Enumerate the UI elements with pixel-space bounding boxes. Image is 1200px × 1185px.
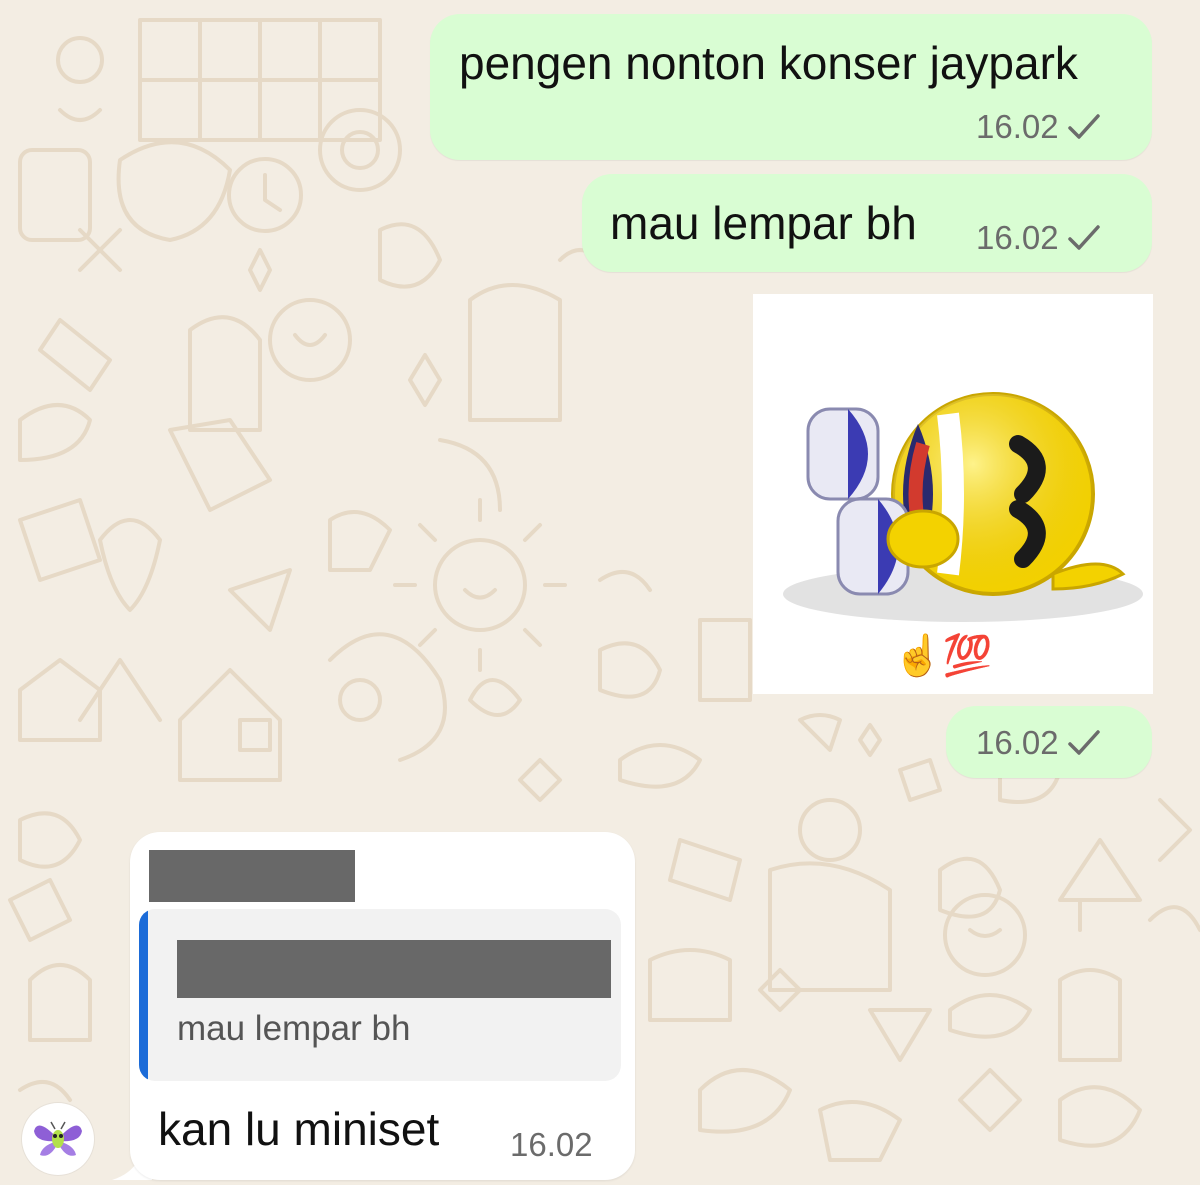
outgoing-message-bubble[interactable]: mau lempar bh 16.02 [582,174,1152,272]
sent-check-icon [1067,225,1100,250]
message-meta: 16.02 [976,219,1101,257]
sticker-image[interactable]: ☝️💯 [753,294,1153,694]
message-time: 16.02 [976,108,1059,145]
outgoing-message-bubble[interactable]: pengen nonton konser jaypark 16.02 [430,14,1152,160]
redacted-sender-name [149,850,355,902]
butterfly-icon [34,1121,82,1156]
message-text: mau lempar bh [610,197,917,249]
sent-check-icon [1067,114,1100,139]
message-time: 16.02 [510,1126,593,1163]
sender-avatar[interactable] [22,1103,94,1175]
message-time: 16.02 [976,219,1059,256]
message-meta: 16.02 [976,724,1101,762]
quoted-reply[interactable]: mau lempar bh [139,909,621,1081]
message-time: 16.02 [976,724,1059,761]
message-text: pengen nonton konser jaypark [459,37,1078,89]
quote-accent-bar [139,909,148,1081]
message-text: kan lu miniset [158,1103,440,1155]
incoming-message-bubble[interactable]: mau lempar bh kan lu miniset 16.02 [130,832,635,1180]
sticker-meta-pill: 16.02 [946,706,1152,778]
message-meta: 16.02 [976,108,1101,146]
sent-check-icon [1067,730,1100,755]
sticker-emoji-caption: ☝️💯 [893,633,993,679]
redacted-quote-author [177,940,611,998]
quoted-message-text: mau lempar bh [177,1009,411,1048]
